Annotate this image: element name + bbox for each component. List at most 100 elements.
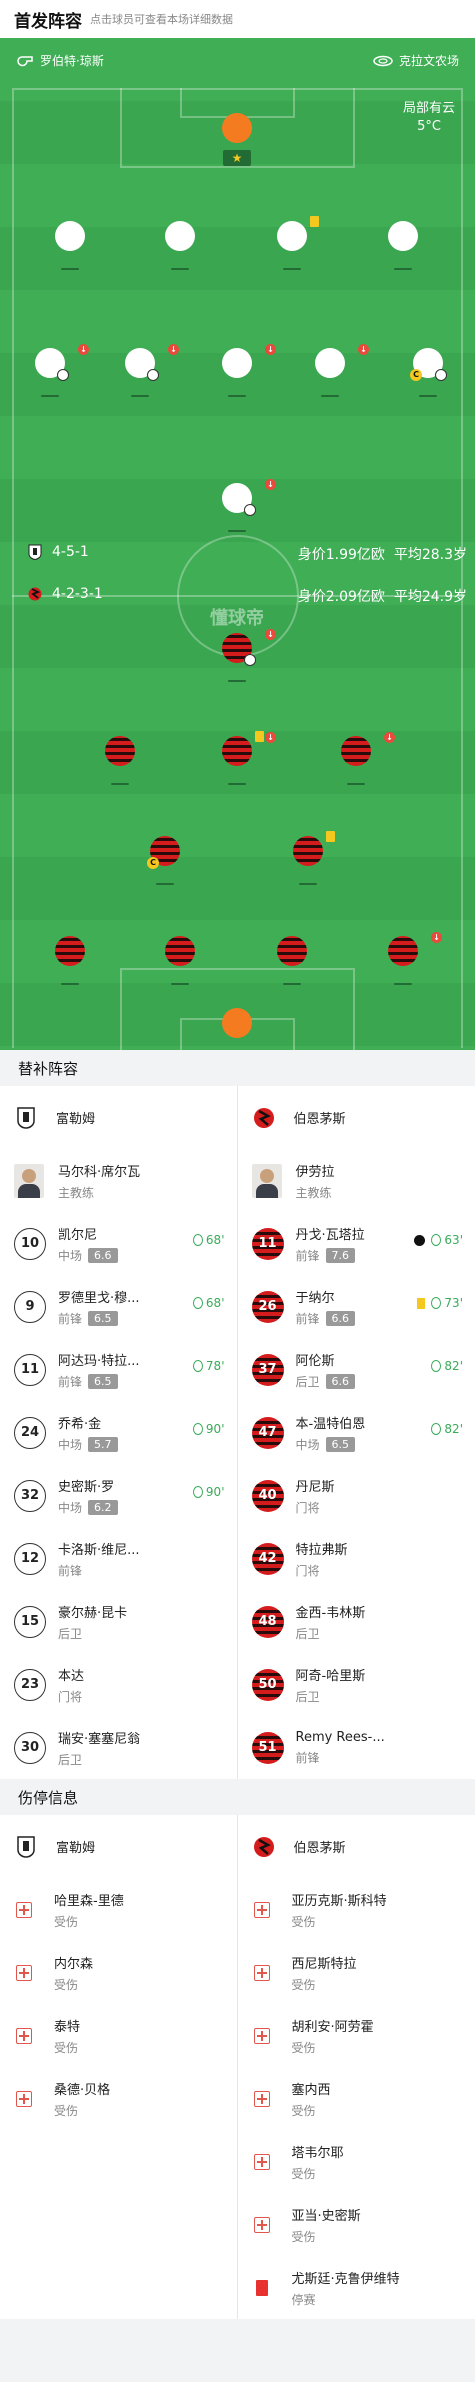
substitute-row[interactable]: 30 瑞安·塞塞尼翁 后卫 — [0, 1716, 237, 1779]
player[interactable] — [232, 936, 352, 989]
injury-status: 受伤 — [291, 1914, 316, 1929]
substitute-row[interactable]: 50 阿奇-哈里斯 后卫 — [238, 1653, 475, 1716]
yellow-card-icon — [326, 831, 335, 842]
injury-row[interactable]: 塔韦尔耶 受伤 — [238, 2130, 475, 2193]
subs-home-column: 富勒姆 马尔科·席尔瓦 主教练 10 凯尔尼 中场 6.6 68' 9 罗德里戈·穆... 前锋… — [0, 1086, 238, 1779]
home-coach[interactable]: 马尔科·席尔瓦 主教练 — [0, 1149, 237, 1212]
sub-minute: 78' — [205, 1359, 225, 1373]
substitute-row[interactable]: 47 本-温特伯恩 中场 6.5 82' — [238, 1401, 475, 1464]
home-value: 身价1.99亿欧 平均28.3岁 — [297, 547, 467, 563]
injury-status: 受伤 — [54, 2040, 79, 2055]
jersey-number — [165, 936, 195, 966]
player[interactable] — [120, 221, 240, 274]
substitute-row[interactable]: 15 豪尔赫·昆卡 后卫 — [0, 1590, 237, 1653]
jersey-number: ↓ — [222, 344, 276, 378]
substitute-row[interactable]: 32 史密斯·罗 中场 6.2 90' — [0, 1464, 237, 1527]
medical-cross-icon — [253, 2216, 270, 2233]
sub-in-time: 82' — [431, 1422, 463, 1436]
player-name: 丹尼斯 — [295, 1479, 335, 1495]
substitute-row[interactable]: 40 丹尼斯 门将 — [238, 1464, 475, 1527]
player[interactable] — [232, 216, 352, 274]
injury-row[interactable]: 哈里森-里德 受伤 — [0, 1878, 237, 1941]
ball-icon — [244, 654, 256, 666]
substitute-row[interactable]: 37 阿伦斯 后卫 6.6 82' — [238, 1338, 475, 1401]
coach-avatar — [14, 1163, 44, 1198]
injury-row[interactable]: 西尼斯特拉 受伤 — [238, 1941, 475, 2004]
home-formation: 4-5-1 — [28, 544, 89, 560]
player[interactable]: ↓ — [177, 731, 297, 789]
substitute-row[interactable]: 11 阿达玛·特拉... 前锋 6.5 78' — [0, 1338, 237, 1401]
jersey-number — [293, 831, 335, 866]
ball-icon — [244, 504, 256, 516]
player[interactable] — [10, 221, 130, 274]
injury-row[interactable]: 胡利安·阿劳霍 受伤 — [238, 2004, 475, 2067]
referee: 罗伯特·琼斯 — [16, 52, 104, 69]
player-name: 阿伦斯 — [295, 1353, 335, 1369]
jersey-number: 48 — [251, 1605, 284, 1638]
player[interactable]: C — [105, 836, 225, 889]
medical-cross-icon — [253, 2153, 270, 2170]
injury-row[interactable]: 塞内西 受伤 — [238, 2067, 475, 2130]
sub-out-icon: ↓ — [265, 732, 276, 743]
sub-in-time: 73' — [417, 1296, 463, 1310]
substitute-row[interactable]: 26 于纳尔 前锋 6.6 73' — [238, 1275, 475, 1338]
player[interactable] — [248, 831, 368, 889]
injury-row[interactable]: 泰特 受伤 — [0, 2004, 237, 2067]
substitute-row[interactable]: 10 凯尔尼 中场 6.6 68' — [0, 1212, 237, 1275]
jersey-number: 26 — [251, 1290, 284, 1323]
player[interactable]: ★ — [177, 113, 297, 166]
player[interactable] — [177, 1008, 297, 1050]
jersey-number: 15 — [14, 1605, 46, 1638]
subs-section-title: 替补阵容 — [0, 1050, 475, 1086]
substitution-time: ↓ — [265, 479, 278, 490]
away-coach[interactable]: 伊劳拉 主教练 — [238, 1149, 475, 1212]
substitute-row[interactable]: 42 特拉弗斯 门将 — [238, 1527, 475, 1590]
substitute-row[interactable]: 23 本达 门将 — [0, 1653, 237, 1716]
jersey-number: 11 — [14, 1353, 46, 1386]
player-name: 内尔森 — [54, 1956, 94, 1972]
sub-in-icon — [431, 1234, 442, 1246]
injury-row[interactable]: 内尔森 受伤 — [0, 1941, 237, 2004]
player[interactable]: ↓ — [343, 932, 463, 989]
position-label: 后卫 — [58, 1752, 83, 1767]
injury-row[interactable]: 亚历克斯·斯科特 受伤 — [238, 1878, 475, 1941]
medical-cross-icon — [253, 1964, 270, 1981]
captain-icon: C — [410, 369, 422, 381]
fulham-badge-icon — [28, 544, 42, 560]
substitute-row[interactable]: 48 金西-韦林斯 后卫 — [238, 1590, 475, 1653]
substitute-row[interactable]: 51 Remy Rees-... 前锋 — [238, 1716, 475, 1779]
jersey-number: ↓ — [315, 344, 369, 378]
injuries-panel: 富勒姆 哈里森-里德 受伤 内尔森 受伤 泰特 受伤 桑德·贝格 受伤 伯恩茅斯 亚历克斯·斯… — [0, 1815, 475, 2319]
substitution-time: ↓ — [265, 732, 278, 743]
stadium-icon — [373, 55, 393, 66]
sub-in-time: 63' — [414, 1233, 463, 1247]
injury-row[interactable]: 桑德·贝格 受伤 — [0, 2067, 237, 2130]
player[interactable]: ↓ — [177, 629, 297, 686]
player-name: 尤斯廷·克鲁伊维特 — [291, 2271, 400, 2287]
injury-row[interactable]: 尤斯廷·克鲁伊维特 停赛 — [238, 2256, 475, 2319]
player[interactable]: ↓ — [296, 732, 416, 789]
substitute-row[interactable]: 11 丹戈·瓦塔拉 前锋 7.6 63' — [238, 1212, 475, 1275]
player-rating — [394, 268, 412, 270]
player-position: 前锋 — [296, 1749, 385, 1766]
player[interactable] — [10, 936, 130, 989]
player[interactable]: C — [368, 348, 475, 401]
player-rating — [228, 783, 246, 785]
substitute-row[interactable]: 12 卡洛斯·维尼... 前锋 — [0, 1527, 237, 1590]
player-rating: 6.6 — [325, 1310, 356, 1326]
substitute-row[interactable]: 24 乔希·金 中场 5.7 90' — [0, 1401, 237, 1464]
jersey-number — [388, 221, 418, 251]
player[interactable] — [60, 736, 180, 789]
sub-minute: 73' — [444, 1296, 463, 1310]
player-name: 塞内西 — [291, 2082, 331, 2098]
subs-home-team: 富勒姆 — [0, 1086, 237, 1149]
player-rating — [321, 395, 339, 397]
substitute-row[interactable]: 9 罗德里戈·穆... 前锋 6.5 68' — [0, 1275, 237, 1338]
injury-row[interactable]: 亚当·史密斯 受伤 — [238, 2193, 475, 2256]
player-position: 前锋 6.5 — [58, 1310, 140, 1327]
player[interactable] — [120, 936, 240, 989]
jersey-number — [222, 113, 252, 143]
ball-icon — [147, 369, 159, 381]
player[interactable]: ↓ — [177, 479, 297, 536]
player[interactable] — [343, 221, 463, 274]
